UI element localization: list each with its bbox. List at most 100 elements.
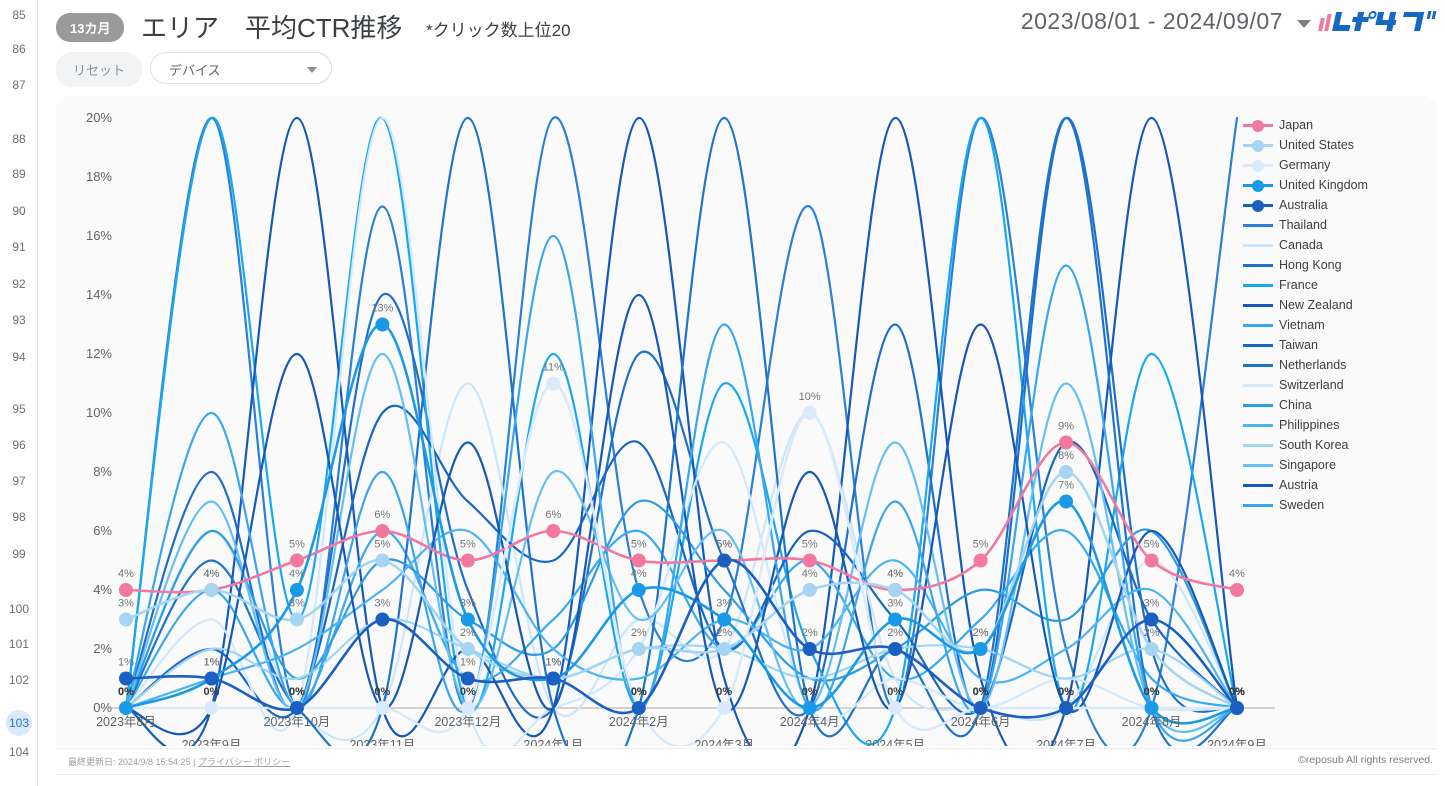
data-point[interactable] bbox=[631, 701, 646, 715]
row-number[interactable]: 98 bbox=[0, 510, 38, 524]
data-point[interactable] bbox=[119, 612, 133, 627]
legend-item-philippines[interactable]: Philippines bbox=[1243, 415, 1439, 435]
data-point[interactable] bbox=[289, 553, 304, 568]
data-point[interactable] bbox=[460, 701, 475, 715]
data-point[interactable] bbox=[1230, 583, 1244, 597]
data-point[interactable] bbox=[546, 376, 561, 391]
data-point[interactable] bbox=[289, 701, 304, 715]
row-number[interactable]: 85 bbox=[0, 8, 38, 22]
row-number[interactable]: 92 bbox=[0, 277, 38, 291]
legend-item-germany[interactable]: Germany bbox=[1243, 155, 1439, 175]
data-point[interactable] bbox=[546, 671, 561, 686]
data-point[interactable] bbox=[375, 701, 390, 715]
date-range-value[interactable]: 2023/08/01 - 2024/09/07 bbox=[1021, 8, 1283, 35]
data-point[interactable] bbox=[204, 701, 219, 715]
privacy-policy-link[interactable]: プライバシー ポリシー bbox=[198, 757, 290, 767]
data-point[interactable] bbox=[888, 642, 903, 656]
data-point[interactable] bbox=[1144, 701, 1159, 715]
data-point[interactable] bbox=[802, 553, 817, 568]
legend-item-switzerland[interactable]: Switzerland bbox=[1243, 375, 1439, 395]
legend-item-canada[interactable]: Canada bbox=[1243, 235, 1439, 255]
row-number[interactable]: 100 bbox=[0, 602, 38, 616]
data-point[interactable] bbox=[375, 524, 390, 538]
row-number[interactable]: 88 bbox=[0, 132, 38, 146]
data-point[interactable] bbox=[888, 701, 903, 715]
row-number[interactable]: 104 bbox=[0, 745, 38, 759]
ctr-line-chart[interactable]: 0% 2% 4% 6% 8% 10% 12% 14% 16% 18% 20% 4% 4% 5% 6% 5% 6%… bbox=[56, 96, 1437, 746]
data-point[interactable] bbox=[973, 701, 988, 715]
data-point[interactable] bbox=[631, 642, 646, 656]
data-point[interactable] bbox=[375, 317, 390, 332]
legend-item-united-kingdom[interactable]: United Kingdom bbox=[1243, 175, 1439, 195]
data-point[interactable] bbox=[119, 701, 133, 715]
legend-item-vietnam[interactable]: Vietnam bbox=[1243, 315, 1439, 335]
data-point[interactable] bbox=[631, 553, 646, 568]
row-number[interactable]: 90 bbox=[0, 204, 38, 218]
row-number[interactable]: 86 bbox=[0, 42, 38, 56]
row-number[interactable]: 89 bbox=[0, 167, 38, 181]
data-point[interactable] bbox=[375, 612, 390, 627]
data-point[interactable] bbox=[460, 642, 475, 656]
data-point[interactable] bbox=[802, 642, 817, 656]
data-point[interactable] bbox=[546, 524, 561, 538]
data-point[interactable] bbox=[460, 553, 475, 568]
row-number[interactable]: 94 bbox=[0, 350, 38, 364]
row-number[interactable]: 91 bbox=[0, 240, 38, 254]
data-point[interactable] bbox=[289, 583, 304, 597]
legend-item-singapore[interactable]: Singapore bbox=[1243, 455, 1439, 475]
legend-item-taiwan[interactable]: Taiwan bbox=[1243, 335, 1439, 355]
data-point[interactable] bbox=[1144, 612, 1159, 627]
legend-item-austria[interactable]: Austria bbox=[1243, 475, 1439, 495]
legend-item-netherlands[interactable]: Netherlands bbox=[1243, 355, 1439, 375]
data-point[interactable] bbox=[119, 671, 133, 686]
data-point[interactable] bbox=[973, 642, 988, 656]
row-number[interactable]: 95 bbox=[0, 402, 38, 416]
data-point[interactable] bbox=[888, 583, 903, 597]
chevron-down-icon[interactable] bbox=[1297, 20, 1311, 28]
data-point[interactable] bbox=[717, 701, 732, 715]
data-point[interactable] bbox=[204, 583, 219, 597]
data-point[interactable] bbox=[1059, 494, 1074, 509]
data-point[interactable] bbox=[717, 642, 732, 656]
row-number[interactable]: 102 bbox=[0, 673, 38, 687]
data-point[interactable] bbox=[1144, 553, 1159, 568]
data-point[interactable] bbox=[204, 671, 219, 686]
reset-button[interactable]: リセット bbox=[56, 52, 143, 87]
data-point[interactable] bbox=[802, 583, 817, 597]
legend-item-new-zealand[interactable]: New Zealand bbox=[1243, 295, 1439, 315]
data-point[interactable] bbox=[119, 583, 133, 597]
data-point[interactable] bbox=[1059, 435, 1074, 450]
legend-item-thailand[interactable]: Thailand bbox=[1243, 215, 1439, 235]
row-number[interactable]: 101 bbox=[0, 637, 38, 651]
legend-item-japan[interactable]: Japan bbox=[1243, 115, 1439, 135]
data-point[interactable] bbox=[1059, 465, 1074, 479]
row-number[interactable]: 87 bbox=[0, 78, 38, 92]
data-point[interactable] bbox=[802, 701, 817, 715]
legend-item-china[interactable]: China bbox=[1243, 395, 1439, 415]
row-number[interactable]: 96 bbox=[0, 438, 38, 452]
data-point[interactable] bbox=[375, 553, 390, 568]
device-dropdown[interactable]: デバイス bbox=[150, 52, 332, 84]
data-point[interactable] bbox=[1059, 701, 1074, 715]
row-number[interactable]: 97 bbox=[0, 474, 38, 488]
row-number[interactable]: 103 bbox=[0, 710, 38, 736]
row-number[interactable]: 93 bbox=[0, 313, 38, 327]
data-point[interactable] bbox=[460, 671, 475, 686]
data-point[interactable] bbox=[631, 583, 646, 597]
data-point[interactable] bbox=[289, 612, 304, 627]
data-point[interactable] bbox=[973, 553, 988, 568]
data-point[interactable] bbox=[1230, 701, 1244, 715]
data-point[interactable] bbox=[1144, 642, 1159, 656]
data-point[interactable] bbox=[888, 612, 903, 627]
data-point[interactable] bbox=[717, 612, 732, 627]
legend-item-hong-kong[interactable]: Hong Kong bbox=[1243, 255, 1439, 275]
row-number[interactable]: 99 bbox=[0, 547, 38, 561]
data-point[interactable] bbox=[802, 406, 817, 420]
legend-item-sweden[interactable]: Sweden bbox=[1243, 495, 1439, 515]
legend-item-south-korea[interactable]: South Korea bbox=[1243, 435, 1439, 455]
legend-item-australia[interactable]: Australia bbox=[1243, 195, 1439, 215]
legend-item-united-states[interactable]: United States bbox=[1243, 135, 1439, 155]
legend-item-france[interactable]: France bbox=[1243, 275, 1439, 295]
data-point[interactable] bbox=[460, 612, 475, 627]
data-point[interactable] bbox=[717, 553, 732, 568]
